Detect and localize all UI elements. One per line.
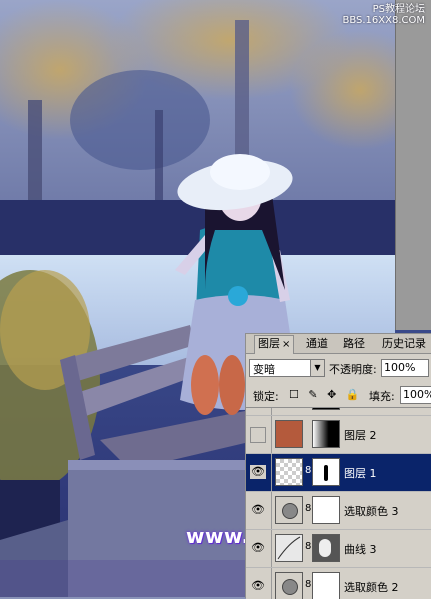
layer-row-curves-3[interactable]: 👁 8 曲线 3 xyxy=(246,530,431,568)
layer-mask-thumbnail xyxy=(312,496,340,524)
blend-mode-select[interactable]: 变暗 ▼ xyxy=(249,359,325,377)
chain-link-icon[interactable]: 8 xyxy=(305,503,311,514)
layer-separator xyxy=(271,408,272,415)
chevron-down-icon[interactable]: ▼ xyxy=(310,360,324,376)
opacity-label: 不透明度: xyxy=(329,363,377,376)
chain-link-icon[interactable]: 8 xyxy=(305,465,311,476)
layer-thumbnail xyxy=(275,458,303,486)
fill-label: 填充: xyxy=(369,390,395,403)
lock-label: 锁定: xyxy=(253,390,279,403)
layers-panel: 图层 × 通道 路径 历史记录 变暗 ▼ 不透明度: 100% 锁定: ☐ ✎ ✥… xyxy=(245,333,431,599)
eye-icon[interactable]: 👁 xyxy=(250,465,266,479)
tab-channels[interactable]: 通道 xyxy=(303,336,331,352)
eye-icon[interactable]: 👁 xyxy=(250,579,266,593)
layer-separator xyxy=(271,568,272,599)
blend-row: 变暗 ▼ 不透明度: 100% xyxy=(249,359,429,379)
tab-history-label: 历史记录 xyxy=(382,337,426,350)
layer-thumbnail xyxy=(275,420,303,448)
layer-mask-thumbnail xyxy=(312,420,340,448)
layer-separator xyxy=(271,530,272,567)
layer-mask-thumbnail xyxy=(312,408,340,410)
chain-link-icon[interactable]: 8 xyxy=(305,579,311,590)
watermark-line2: BBS.16XX8.COM xyxy=(342,15,425,26)
chain-link-icon[interactable]: 8 xyxy=(305,541,311,552)
adjustment-thumbnail xyxy=(275,496,303,524)
opacity-input[interactable]: 100% xyxy=(381,359,429,377)
layer-row-partial[interactable] xyxy=(246,408,431,416)
tab-paths-label: 路径 xyxy=(343,337,365,350)
visibility-toggle-off[interactable] xyxy=(250,427,266,443)
curves-icon xyxy=(277,536,301,560)
eye-icon[interactable]: 👁 xyxy=(250,541,266,555)
layer-name: 选取颜色 2 xyxy=(344,581,399,594)
tab-layers-label: 图层 xyxy=(258,337,280,350)
lock-icons[interactable]: ☐ ✎ ✥ 🔒 xyxy=(289,388,362,401)
layer-name: 图层 2 xyxy=(344,429,377,442)
lock-row: 锁定: ☐ ✎ ✥ 🔒 填充: 100% xyxy=(249,386,431,404)
layer-row-layer2[interactable]: 图层 2 xyxy=(246,416,431,454)
eye-icon[interactable]: 👁 xyxy=(250,503,266,517)
layer-row-selective-color-2[interactable]: 👁 8 选取颜色 2 xyxy=(246,568,431,599)
close-icon[interactable]: × xyxy=(282,339,290,350)
layer-name: 选取颜色 3 xyxy=(344,505,399,518)
curves-thumbnail xyxy=(275,534,303,562)
layer-mask-thumbnail xyxy=(312,534,340,562)
blend-mode-value: 变暗 xyxy=(253,363,275,376)
layers-list: 图层 2 👁 8 图层 1 👁 8 选取颜色 3 👁 8 曲线 3 👁 8 选取… xyxy=(246,407,431,599)
layer-name: 图层 1 xyxy=(344,467,377,480)
panel-tabs: 图层 × 通道 路径 历史记录 xyxy=(246,334,431,354)
adjustment-thumbnail xyxy=(275,572,303,599)
layer-row-layer1[interactable]: 👁 8 图层 1 xyxy=(246,454,431,492)
tab-history[interactable]: 历史记录 xyxy=(379,336,429,352)
layer-name: 曲线 3 xyxy=(344,543,377,556)
layer-separator xyxy=(271,416,272,453)
layer-mask-thumbnail xyxy=(312,572,340,599)
document-window-scroll-edge xyxy=(395,0,431,330)
tab-layers[interactable]: 图层 × xyxy=(254,335,295,354)
watermark-line1: PS教程论坛 xyxy=(372,4,425,15)
layer-separator xyxy=(271,454,272,491)
layer-mask-thumbnail xyxy=(312,458,340,486)
layer-separator xyxy=(271,492,272,529)
watermark-top: PS教程论坛 BBS.16XX8.COM xyxy=(342,4,425,26)
tab-paths[interactable]: 路径 xyxy=(340,336,368,352)
layer-row-selective-color-3[interactable]: 👁 8 选取颜色 3 xyxy=(246,492,431,530)
tab-channels-label: 通道 xyxy=(306,337,328,350)
fill-input[interactable]: 100% xyxy=(400,386,431,404)
